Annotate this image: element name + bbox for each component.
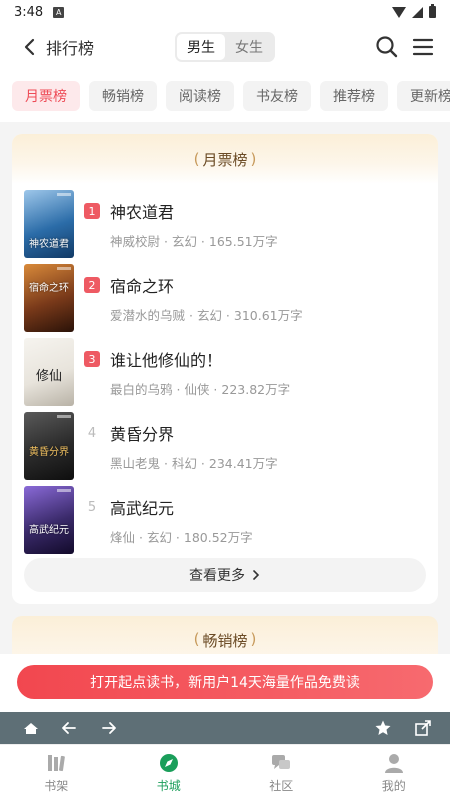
book-meta: 最白的乌鸦 · 仙侠 · 223.82万字 xyxy=(110,381,291,397)
book-cover: 宿命之环 xyxy=(24,264,74,332)
bookshelf-icon xyxy=(48,754,66,771)
book-item[interactable]: 神农道君 1 神农道君 神威校尉 · 玄幻 · 165.51万字 xyxy=(24,190,426,258)
menu-icon[interactable] xyxy=(410,34,436,60)
book-item[interactable]: 高武纪元 5 高武纪元 烽仙 · 玄幻 · 180.52万字 xyxy=(24,486,426,554)
book-cover: 神农道君 xyxy=(24,190,74,258)
book-title: 宿命之环 xyxy=(110,276,175,296)
gender-option-male[interactable]: 男生 xyxy=(177,34,225,60)
battery-icon xyxy=(429,4,436,18)
book-meta: 烽仙 · 玄幻 · 180.52万字 xyxy=(110,529,253,545)
cover-text: 黄昏分界 xyxy=(29,447,69,458)
wifi-icon xyxy=(392,6,406,18)
bottom-nav: 书架 书城 社区 我的 xyxy=(0,744,450,800)
chat-icon xyxy=(272,754,291,769)
open-app-promo-button[interactable]: 打开起点读书，新用户14天海量作品免费读 xyxy=(17,665,433,699)
status-bar: 3:48 A xyxy=(0,0,450,24)
cover-text: 高武纪元 xyxy=(29,525,69,536)
cover-text: 神农道君 xyxy=(29,239,69,250)
share-icon[interactable] xyxy=(414,719,432,737)
tab-recommend[interactable]: 推荐榜 xyxy=(320,81,388,111)
cover-text: 修仙 xyxy=(35,369,62,384)
rank-number: 4 xyxy=(87,425,97,441)
nav-bookshelf[interactable]: 书架 xyxy=(0,745,113,800)
ranking-card-header: ( 月票榜 ) xyxy=(12,134,438,184)
star-icon[interactable] xyxy=(374,719,392,737)
cover-text: 宿命之环 xyxy=(29,283,69,294)
promo-bar: 打开起点读书，新用户14天海量作品免费读 xyxy=(0,654,450,712)
ranking-card: ( 月票榜 ) 神农道君 1 神农道君 神威校尉 · 玄幻 · 165.51万字… xyxy=(12,134,438,604)
nav-bookstore[interactable]: 书城 xyxy=(113,745,226,800)
browser-forward-icon[interactable] xyxy=(100,719,118,737)
book-title: 谁让他修仙的！ xyxy=(110,350,223,370)
view-more-button[interactable]: 查看更多 xyxy=(24,558,426,592)
book-cover: 黄昏分界 xyxy=(24,412,74,480)
nav-label: 书城 xyxy=(156,778,181,793)
nav-community[interactable]: 社区 xyxy=(225,745,338,800)
book-meta: 爱潜水的乌贼 · 玄幻 · 310.61万字 xyxy=(110,307,303,323)
rank-number: 5 xyxy=(87,499,97,515)
person-icon xyxy=(384,753,403,773)
view-more-label: 查看更多 xyxy=(189,568,245,584)
rank-badge: 3 xyxy=(84,351,100,367)
rank-badge: 1 xyxy=(84,203,100,219)
gender-option-female[interactable]: 女生 xyxy=(225,34,273,60)
laurel-right-icon: ) xyxy=(250,150,257,168)
page-title: 排行榜 xyxy=(46,39,95,58)
ranking-card-title: 月票榜 xyxy=(202,150,248,169)
nav-label: 我的 xyxy=(381,778,406,793)
nav-profile[interactable]: 我的 xyxy=(338,745,450,800)
book-title: 神农道君 xyxy=(110,202,175,222)
nav-label: 社区 xyxy=(269,778,294,793)
book-item[interactable]: 修仙 3 谁让他修仙的！ 最白的乌鸦 · 仙侠 · 223.82万字 xyxy=(24,338,426,406)
signal-icon xyxy=(412,6,423,18)
tab-update[interactable]: 更新榜 xyxy=(397,81,450,111)
browser-toolbar xyxy=(0,712,450,744)
nav-label: 书架 xyxy=(44,778,69,793)
book-title: 高武纪元 xyxy=(110,498,175,518)
chevron-right-icon xyxy=(253,570,260,580)
ranking-tabs: 月票榜 畅销榜 阅读榜 书友榜 推荐榜 更新榜 xyxy=(0,70,450,122)
book-meta: 神威校尉 · 玄幻 · 165.51万字 xyxy=(110,233,278,249)
tab-bestseller[interactable]: 畅销榜 xyxy=(89,81,157,111)
notification-a-icon: A xyxy=(53,6,65,18)
book-meta: 黑山老鬼 · 科幻 · 234.41万字 xyxy=(110,455,278,471)
tab-reading[interactable]: 阅读榜 xyxy=(166,81,234,111)
search-icon[interactable] xyxy=(374,34,400,60)
laurel-left-icon: ( xyxy=(193,150,200,168)
book-item[interactable]: 黄昏分界 4 黄昏分界 黑山老鬼 · 科幻 · 234.41万字 xyxy=(24,412,426,480)
browser-back-icon[interactable] xyxy=(60,719,78,737)
header: 排行榜 男生 女生 xyxy=(0,24,450,70)
compass-icon xyxy=(159,753,178,772)
tab-fans[interactable]: 书友榜 xyxy=(243,81,311,111)
book-item[interactable]: 宿命之环 2 宿命之环 爱潜水的乌贼 · 玄幻 · 310.61万字 xyxy=(24,264,426,332)
status-time: 3:48 xyxy=(14,4,44,20)
book-cover: 高武纪元 xyxy=(24,486,74,554)
content-area: ( 月票榜 ) 神农道君 1 神农道君 神威校尉 · 玄幻 · 165.51万字… xyxy=(0,122,450,662)
book-title: 黄昏分界 xyxy=(110,424,175,444)
home-icon[interactable] xyxy=(22,719,40,737)
book-cover: 修仙 xyxy=(24,338,74,406)
rank-badge: 2 xyxy=(84,277,100,293)
back-arrow-icon[interactable] xyxy=(14,32,44,62)
gender-toggle: 男生 女生 xyxy=(175,32,275,62)
tab-monthly-ticket[interactable]: 月票榜 xyxy=(12,81,80,111)
